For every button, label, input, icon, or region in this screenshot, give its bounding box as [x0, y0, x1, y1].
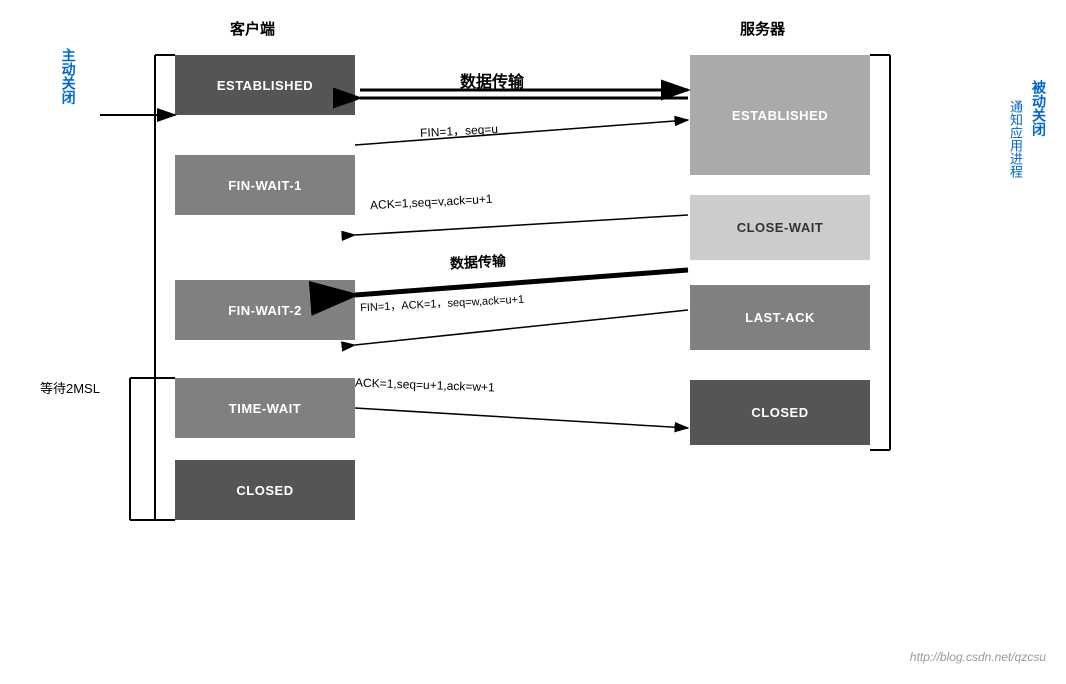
state-fin-wait-2: FIN-WAIT-2	[175, 280, 355, 340]
wait-2msl-label: 等待2MSL	[40, 378, 100, 397]
state-close-wait: CLOSE-WAIT	[690, 195, 870, 260]
state-closed-server: CLOSED	[690, 380, 870, 445]
state-last-ack: LAST-ACK	[690, 285, 870, 350]
state-established-server: ESTABLISHED	[690, 55, 870, 175]
client-label: 客户端	[230, 18, 275, 39]
passive-close-label: 被动关闭	[1028, 80, 1048, 136]
fin2-label: FIN=1，ACK=1，seq=w,ack=u+1	[360, 291, 525, 316]
state-time-wait: TIME-WAIT	[175, 378, 355, 438]
watermark: http://blog.csdn.net/qzcsu	[910, 650, 1046, 664]
state-fin-wait-1: FIN-WAIT-1	[175, 155, 355, 215]
active-close-label: 主动关闭	[58, 48, 78, 104]
fin1-label: FIN=1，seq=u	[420, 120, 499, 141]
arrows-svg	[0, 0, 1066, 684]
server-label: 服务器	[740, 18, 785, 39]
ack1-label: ACK=1,seq=v,ack=u+1	[370, 192, 493, 212]
state-established-client: ESTABLISHED	[175, 55, 355, 115]
data-transfer2-label: 数据传输	[450, 251, 507, 274]
notify-app-label: 通知应用进程	[1006, 100, 1024, 178]
ack2-label: ACK=1,seq=u+1,ack=w+1	[355, 376, 495, 395]
diagram-container: 客户端 服务器 主动关闭 被动关闭 通知应用进程 等待2MSL ESTABLIS…	[0, 0, 1066, 684]
data-transfer-top-label: 数据传输	[460, 68, 524, 92]
state-closed-client: CLOSED	[175, 460, 355, 520]
